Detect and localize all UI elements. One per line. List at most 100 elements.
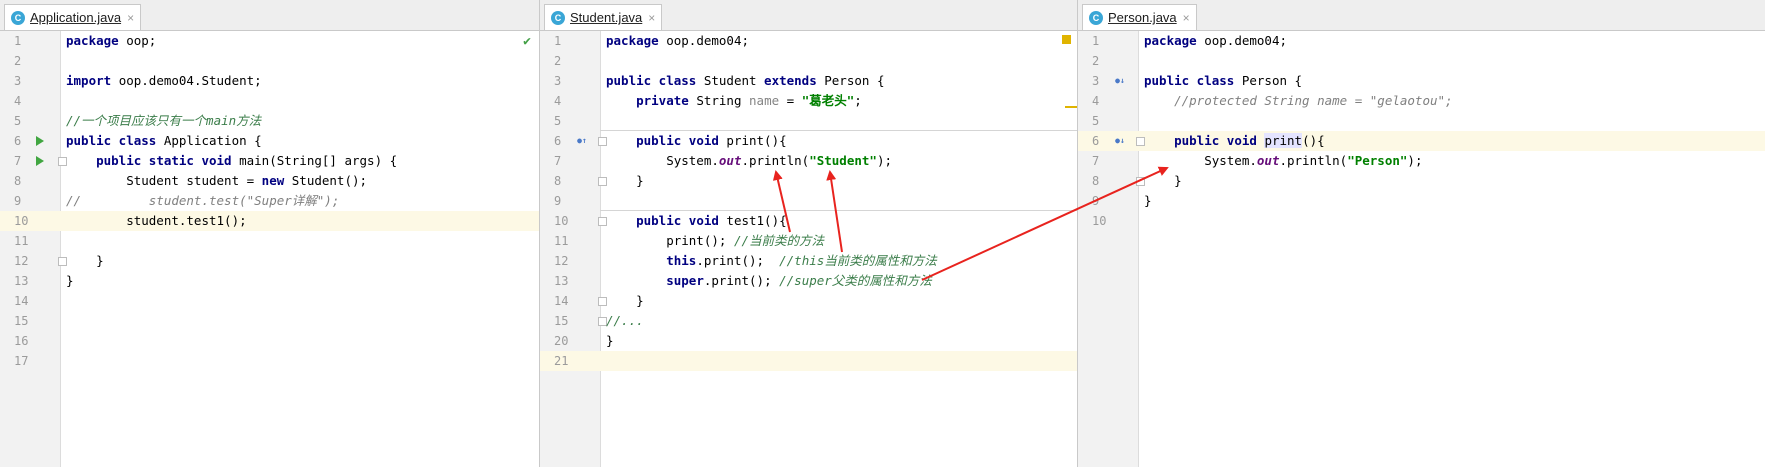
code-text[interactable]: //一个项目应该只有一个main方法 [66,111,261,131]
line-number[interactable]: 1 [14,31,44,51]
line-number[interactable]: 21 [554,351,584,371]
code-line[interactable]: 2 [0,51,539,71]
code-line[interactable]: 9} [1078,191,1765,211]
line-number[interactable]: 12 [14,251,44,271]
close-icon[interactable]: × [1183,11,1190,25]
code-line[interactable]: 4 [0,91,539,111]
line-number[interactable]: 8 [554,171,584,191]
code-line[interactable]: 8 } [1078,171,1765,191]
code-line[interactable]: 3 import oop.demo04.Student; [0,71,539,91]
code-line[interactable]: 1 package oop; [0,31,539,51]
code-line[interactable]: 7 System.out.println("Person"); [1078,151,1765,171]
line-number[interactable]: 15 [554,311,584,331]
code-line[interactable]: 20} [540,331,1077,351]
code-text[interactable]: Student student = new Student(); [66,171,367,191]
code-text[interactable]: } [1144,171,1182,191]
code-line[interactable]: 14 [0,291,539,311]
code-line[interactable]: 2 [1078,51,1765,71]
line-number[interactable]: 5 [554,111,584,131]
line-number[interactable]: 8 [1092,171,1122,191]
code-text[interactable]: // student.test("Super详解"); [66,191,339,211]
code-text[interactable]: student.test1(); [66,211,246,231]
line-number[interactable]: 1 [1092,31,1122,51]
code-line[interactable]: 13} [0,271,539,291]
code-editor[interactable]: 1 package oop.demo04; 2 3 public class Stude… [540,31,1077,467]
tab-application-java[interactable]: C Application.java × [4,4,142,30]
line-number[interactable]: 10 [554,211,584,231]
line-number[interactable]: 13 [14,271,44,291]
code-line[interactable]: 8 } [540,171,1077,191]
code-text[interactable]: public static void main(String[] args) { [66,151,397,171]
code-text[interactable]: public void test1(){ [606,211,787,231]
code-line[interactable]: 7 System.out.println("Student"); [540,151,1077,171]
code-line[interactable]: 12 this.print(); //this当前类的属性和方法 [540,251,1077,271]
line-number[interactable]: 4 [554,91,584,111]
code-text[interactable]: } [1144,191,1152,211]
code-line[interactable]: 11 print(); //当前类的方法 [540,231,1077,251]
code-line[interactable]: 14 } [540,291,1077,311]
overridden-down-icon[interactable]: ●↓ [1112,131,1128,151]
code-line[interactable]: 6 public class Application { [0,131,539,151]
run-icon[interactable] [34,151,46,171]
code-text[interactable]: package oop.demo04; [606,31,749,51]
code-text[interactable]: } [606,291,644,311]
code-editor[interactable]: 1 package oop; 2 3 import oop.demo04.Student… [0,31,539,467]
code-line[interactable]: 9 [540,191,1077,211]
line-number[interactable]: 12 [554,251,584,271]
code-line[interactable]: 12 } [0,251,539,271]
line-number[interactable]: 5 [14,111,44,131]
code-line[interactable]: 5 //一个项目应该只有一个main方法 [0,111,539,131]
line-number[interactable]: 3 [14,71,44,91]
code-line[interactable]: 10 public void test1(){ [540,211,1077,231]
code-line[interactable]: 8 Student student = new Student(); [0,171,539,191]
code-line[interactable]: 21 [540,351,1077,371]
code-text[interactable]: } [66,251,104,271]
line-number[interactable]: 10 [1092,211,1122,231]
run-icon[interactable] [34,131,46,151]
line-number[interactable]: 2 [14,51,44,71]
code-line[interactable]: 6 ●↓ public void print(){ [1078,131,1765,151]
line-number[interactable]: 2 [554,51,584,71]
code-line[interactable]: 11 [0,231,539,251]
code-line[interactable]: 3 public class Student extends Person { [540,71,1077,91]
line-number[interactable]: 7 [1092,151,1122,171]
line-number[interactable]: 15 [14,311,44,331]
code-line[interactable]: 1 package oop.demo04; [1078,31,1765,51]
line-number[interactable]: 11 [14,231,44,251]
code-line[interactable]: 4 //protected String name = "gelaotou"; [1078,91,1765,111]
code-line[interactable]: 15 [0,311,539,331]
warning-marker-icon[interactable] [1062,35,1071,44]
code-line[interactable]: 7 public static void main(String[] args)… [0,151,539,171]
tab-student-java[interactable]: C Student.java × [544,4,663,30]
close-icon[interactable]: × [127,11,134,25]
line-number[interactable]: 20 [554,331,584,351]
code-text[interactable]: System.out.println("Student"); [606,151,892,171]
line-number[interactable]: 11 [554,231,584,251]
line-number[interactable]: 17 [14,351,44,371]
line-number[interactable]: 9 [14,191,44,211]
line-number[interactable]: 13 [554,271,584,291]
line-number[interactable]: 10 [14,211,44,231]
code-line[interactable]: 5 [540,111,1077,131]
tab-person-java[interactable]: C Person.java × [1082,4,1197,30]
code-line[interactable]: 3 ●↓ public class Person { [1078,71,1765,91]
code-text[interactable]: package oop; [66,31,156,51]
code-text[interactable]: this.print(); //this当前类的属性和方法 [606,251,937,271]
code-text[interactable]: public class Student extends Person { [606,71,884,91]
code-text[interactable]: super.print(); //super父类的属性和方法 [606,271,932,291]
code-text[interactable]: import oop.demo04.Student; [66,71,262,91]
line-number[interactable]: 9 [1092,191,1122,211]
line-number[interactable]: 4 [14,91,44,111]
code-text[interactable]: private String name = "葛老头"; [606,91,862,111]
line-number[interactable]: 16 [14,331,44,351]
code-text[interactable]: } [606,331,614,351]
overridden-down-icon[interactable]: ●↓ [1112,71,1128,91]
code-line[interactable]: 4 private String name = "葛老头"; [540,91,1077,111]
code-text[interactable]: //protected String name = "gelaotou"; [1144,91,1452,111]
line-number[interactable]: 1 [554,31,584,51]
code-line[interactable]: 15 //... [540,311,1077,331]
code-text[interactable]: package oop.demo04; [1144,31,1287,51]
code-line[interactable]: 16 [0,331,539,351]
line-number[interactable]: 8 [14,171,44,191]
close-icon[interactable]: × [648,11,655,25]
